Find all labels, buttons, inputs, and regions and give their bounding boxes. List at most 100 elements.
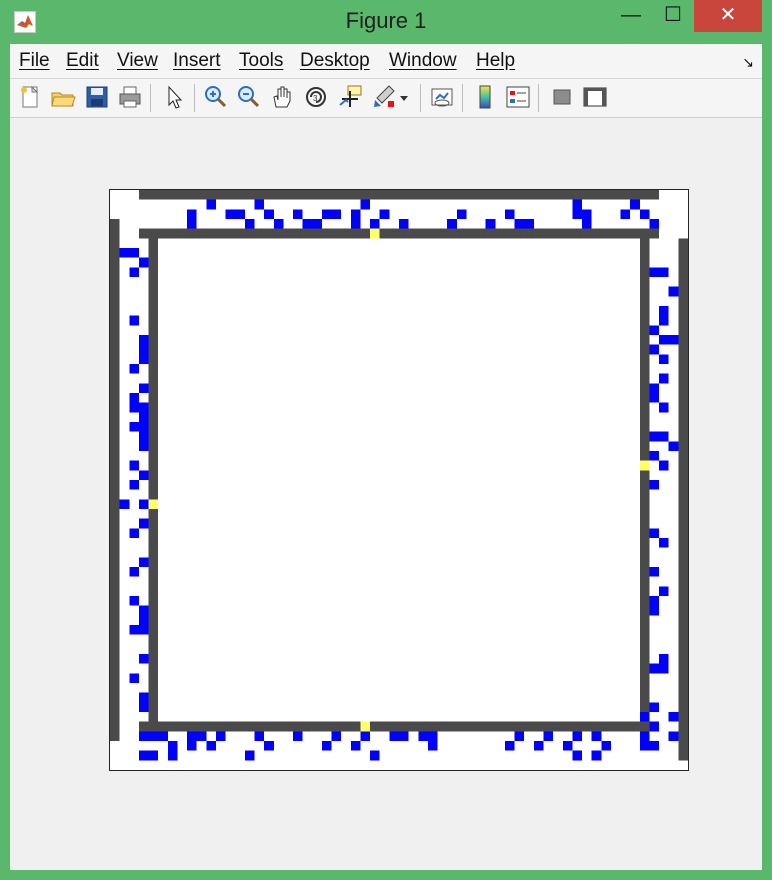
figure-canvas xyxy=(10,118,762,870)
edit-plot-arrow-icon[interactable] xyxy=(160,83,188,111)
blue-cell xyxy=(129,480,139,490)
blue-cell xyxy=(254,731,265,741)
blue-cell xyxy=(601,741,611,751)
blue-cell xyxy=(119,248,130,258)
figure-window: Figure 1 — ☐ ✕ File Edit View Insert Too… xyxy=(0,0,772,880)
blue-cell xyxy=(639,209,650,219)
blue-cell xyxy=(225,209,236,219)
blue-cell xyxy=(659,402,669,413)
blue-cell xyxy=(668,286,679,297)
blue-cell xyxy=(504,209,515,219)
blue-cell xyxy=(138,692,149,703)
blue-cell xyxy=(572,199,583,210)
grid-image xyxy=(110,190,688,761)
blue-cell xyxy=(639,741,650,751)
minimize-button[interactable]: — xyxy=(612,0,650,32)
blue-cell xyxy=(582,219,592,229)
blue-cell xyxy=(264,741,274,751)
zoom-in-icon[interactable] xyxy=(201,83,229,111)
menu-tools[interactable]: Tools xyxy=(239,50,283,72)
grid-axes[interactable] xyxy=(109,189,689,771)
blue-cell xyxy=(129,596,139,606)
menu-bar: File Edit View Insert Tools Desktop Wind… xyxy=(10,44,762,79)
blue-cell xyxy=(418,731,428,741)
menu-desktop[interactable]: Desktop xyxy=(300,50,370,72)
blue-cell xyxy=(293,209,303,219)
blue-cell xyxy=(543,731,554,741)
blue-cell xyxy=(485,219,496,229)
blue-cell xyxy=(129,364,139,374)
blue-cell xyxy=(649,596,660,606)
toolbar-separator xyxy=(194,84,195,112)
blue-cell xyxy=(649,431,660,442)
blue-cell xyxy=(668,441,679,451)
print-icon[interactable] xyxy=(116,83,144,111)
blue-cell xyxy=(312,219,322,229)
toolbar-separator xyxy=(462,84,463,112)
menu-edit[interactable]: Edit xyxy=(66,50,99,72)
toolbar-separator xyxy=(150,84,151,112)
blue-cell xyxy=(129,460,139,471)
title-bar[interactable]: Figure 1 — ☐ ✕ xyxy=(0,0,772,44)
rotate-3d-icon[interactable]: 3 xyxy=(302,83,330,111)
blue-cell xyxy=(649,393,660,403)
data-cursor-icon[interactable] xyxy=(336,83,364,111)
hide-plot-tools-icon[interactable] xyxy=(548,83,576,111)
blue-cell xyxy=(649,267,660,277)
blue-cell xyxy=(514,219,525,229)
blue-cell xyxy=(138,412,149,422)
blue-cell xyxy=(427,741,438,751)
blue-cell xyxy=(659,460,669,471)
blue-cell xyxy=(235,209,245,219)
blue-cell xyxy=(591,750,602,761)
menu-view[interactable]: View xyxy=(117,50,158,72)
zoom-out-icon[interactable] xyxy=(234,83,262,111)
blue-cell xyxy=(119,499,130,509)
blue-cell xyxy=(659,354,669,364)
blue-cell xyxy=(129,673,139,683)
blue-cell xyxy=(427,731,438,741)
blue-cell xyxy=(659,663,669,674)
brush-icon[interactable] xyxy=(370,83,398,111)
blue-cell xyxy=(138,470,149,480)
brush-dropdown-icon[interactable] xyxy=(398,83,410,111)
blue-cell xyxy=(360,199,371,210)
show-plot-tools-icon[interactable] xyxy=(581,83,609,111)
blue-cell xyxy=(187,741,197,751)
blue-cell xyxy=(254,199,265,210)
blue-cell xyxy=(350,741,361,751)
dock-arrow-icon[interactable]: ↘ xyxy=(742,54,754,71)
menu-window[interactable]: Window xyxy=(389,50,457,72)
blue-cell xyxy=(196,731,207,741)
menu-file[interactable]: File xyxy=(19,50,50,72)
wall-segment xyxy=(110,219,120,741)
save-icon[interactable] xyxy=(83,83,111,111)
blue-cell xyxy=(659,306,669,316)
pan-hand-icon[interactable] xyxy=(268,83,296,111)
close-button[interactable]: ✕ xyxy=(694,0,762,32)
blue-cell xyxy=(302,219,313,229)
blue-cell xyxy=(582,209,592,219)
new-figure-icon[interactable] xyxy=(16,83,44,111)
link-plot-icon[interactable] xyxy=(428,83,456,111)
maximize-button[interactable]: ☐ xyxy=(654,0,692,32)
blue-cell xyxy=(138,344,149,355)
toolbar-separator xyxy=(420,84,421,112)
insert-legend-icon[interactable] xyxy=(504,83,532,111)
blue-cell xyxy=(572,209,583,219)
insert-colorbar-icon[interactable] xyxy=(471,83,499,111)
blue-cell xyxy=(138,499,149,509)
menu-help[interactable]: Help xyxy=(476,50,515,72)
blue-cell xyxy=(129,248,139,258)
blue-cell xyxy=(273,219,284,229)
menu-insert[interactable]: Insert xyxy=(173,50,221,72)
blue-cell xyxy=(399,731,409,741)
blue-cell xyxy=(659,538,669,548)
blue-cell xyxy=(639,731,650,741)
open-file-icon[interactable] xyxy=(49,83,77,111)
blue-cell xyxy=(649,344,660,355)
blue-cell xyxy=(360,731,371,741)
wall-segment xyxy=(148,238,159,732)
blue-cell xyxy=(447,219,457,229)
blue-cell xyxy=(533,741,544,751)
